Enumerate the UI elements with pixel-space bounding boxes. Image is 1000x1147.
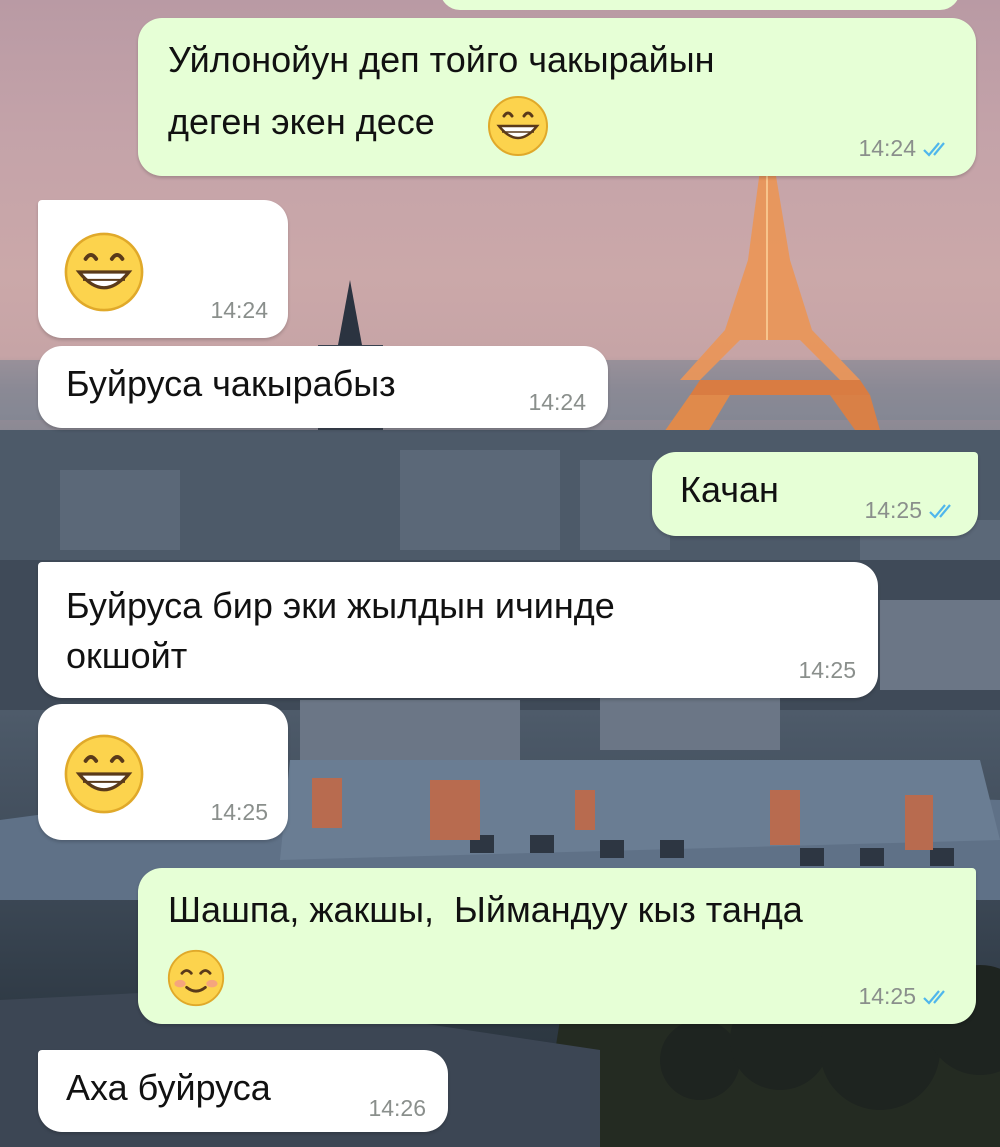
message-time: 14:25	[858, 983, 916, 1009]
message-bubble-incoming[interactable]: 14:24	[38, 200, 288, 338]
message-time: 14:24	[858, 135, 916, 161]
message-meta: 14:25	[864, 497, 958, 524]
message-meta: 14:24	[210, 297, 268, 324]
message-time: 14:26	[368, 1095, 426, 1121]
message-bubble-incoming[interactable]: 14:25	[38, 704, 288, 840]
message-text: Шашпа, жакшы, Ыймандуу кыз танда	[168, 889, 803, 930]
message-time: 14:24	[528, 389, 586, 415]
double-check-icon	[923, 989, 945, 1005]
message-meta: 14:25	[798, 657, 856, 684]
message-bubble-incoming[interactable]: Буйруса бир эки жылдын ичинде окшойт 14:…	[38, 562, 878, 698]
message-text: Аха буйруса	[66, 1067, 271, 1108]
message-text: Качан	[680, 469, 779, 510]
message-meta: 14:24	[858, 135, 952, 162]
message-bubble-outgoing[interactable]: Уйлонойун деп тойго чакырайын деген экен…	[138, 18, 976, 176]
message-time: 14:25	[798, 657, 856, 683]
message-text: Уйлонойун деп тойго чакырайын	[168, 39, 715, 80]
message-bubble-incoming[interactable]: Аха буйруса 14:26	[38, 1050, 448, 1132]
message-time: 14:24	[210, 297, 268, 323]
message-bubble-incoming[interactable]: Буйруса чакырабыз 14:24	[38, 346, 608, 428]
double-check-icon	[923, 141, 945, 157]
grinning-face-with-smiling-eyes-icon	[64, 734, 144, 814]
grinning-face-with-smiling-eyes-icon	[488, 96, 548, 156]
message-text: Буйруса бир эки жылдын ичинде	[66, 585, 615, 626]
message-meta: 14:25	[210, 799, 268, 826]
message-text: деген экен десе	[168, 101, 435, 142]
message-meta: 14:24	[528, 389, 586, 416]
smiling-face-with-smiling-eyes-icon	[167, 949, 225, 1007]
message-text: окшойт	[66, 635, 188, 676]
message-meta: 14:25	[858, 983, 952, 1010]
message-time: 14:25	[210, 799, 268, 825]
message-time: 14:25	[864, 497, 922, 523]
double-check-icon	[929, 503, 951, 519]
message-text: Буйруса чакырабыз	[66, 363, 396, 404]
message-meta: 14:26	[368, 1095, 426, 1122]
grinning-face-with-smiling-eyes-icon	[64, 232, 144, 312]
message-bubble-outgoing[interactable]: Шашпа, жакшы, Ыймандуу кыз танда 14:25	[138, 868, 976, 1024]
message-bubble-outgoing[interactable]: Качан 14:25	[652, 452, 978, 536]
